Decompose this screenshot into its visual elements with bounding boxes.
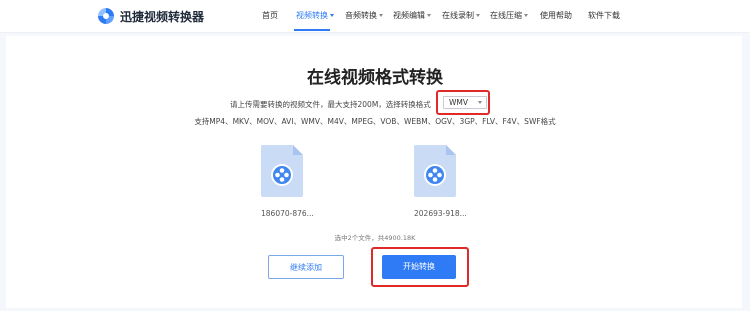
nav-active-underline: [294, 29, 330, 31]
highlight-box-format: [436, 90, 490, 115]
chevron-down-icon: [476, 14, 480, 17]
nav-online-compress[interactable]: 在线压缩: [490, 10, 528, 21]
chevron-down-icon: [524, 14, 528, 17]
file-name: 186070-876...: [261, 209, 314, 218]
chevron-down-icon: [379, 14, 383, 17]
file-name: 202693-918...: [414, 209, 467, 218]
nav-download[interactable]: 软件下载: [588, 10, 620, 21]
brand-name[interactable]: 迅捷视频转换器: [120, 8, 204, 25]
nav-audio-convert[interactable]: 音频转换: [345, 10, 383, 21]
nav-online-record[interactable]: 在线录制: [442, 10, 480, 21]
nav-video-edit[interactable]: 视频编辑: [393, 10, 431, 21]
supported-formats: 支持MP4、MKV、MOV、AVI、WMV、M4V、MPEG、VOB、WEBM、…: [194, 117, 556, 126]
page-title: 在线视频格式转换: [307, 68, 443, 88]
chevron-down-icon: [427, 14, 431, 17]
highlight-box-start: [371, 247, 469, 287]
video-file-icon: [414, 145, 456, 197]
upload-hint: 请上传需要转换的视频文件，最大支持200M，选择转换格式: [230, 100, 431, 109]
logo-icon: [98, 8, 114, 24]
top-header: 迅捷视频转换器 首页 视频转换 音频转换 视频编辑 在线录制 在线压缩 使用帮助…: [0, 0, 750, 33]
nav-help[interactable]: 使用帮助: [540, 10, 572, 21]
selection-summary: 选中2个文件，共4900.18K: [334, 234, 416, 242]
continue-add-button[interactable]: 继续添加: [268, 255, 344, 279]
video-file-icon: [261, 145, 303, 197]
nav-home[interactable]: 首页: [262, 10, 278, 21]
chevron-down-icon: [330, 14, 334, 17]
nav-video-convert[interactable]: 视频转换: [296, 10, 334, 21]
